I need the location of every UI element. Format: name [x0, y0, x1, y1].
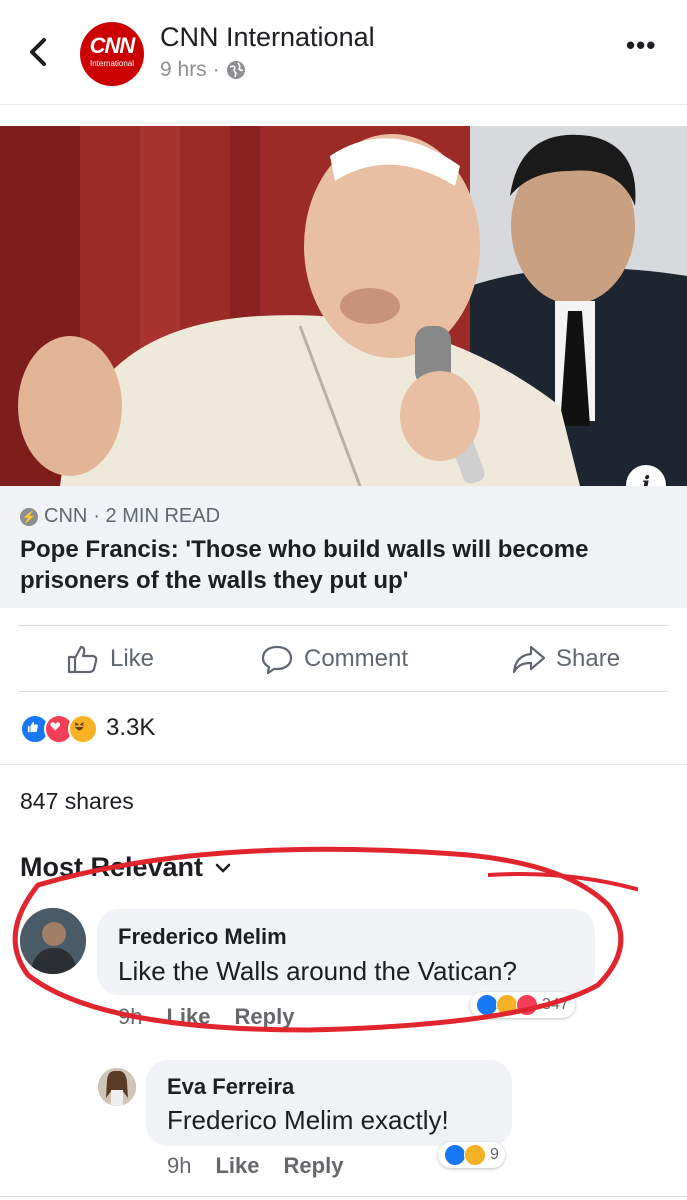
- globe-icon: [226, 61, 245, 79]
- reply-text: Frederico Melim exactly!: [167, 1105, 449, 1135]
- article-headline[interactable]: Pope Francis: 'Those who build walls wil…: [20, 534, 670, 596]
- reply-reactions[interactable]: 9: [438, 1142, 505, 1168]
- logo-subtext: International: [89, 59, 135, 68]
- reply-like-button[interactable]: Like: [215, 1153, 259, 1179]
- article-photo: [0, 126, 687, 486]
- share-icon: [512, 645, 546, 674]
- divider: [0, 764, 687, 765]
- logo-text: CNN: [89, 33, 136, 58]
- share-button[interactable]: Share: [512, 643, 620, 675]
- article-image[interactable]: [0, 126, 687, 486]
- reply-author-avatar[interactable]: [98, 1068, 136, 1106]
- reaction-count[interactable]: 3.3K: [106, 714, 155, 742]
- divider: [0, 1196, 687, 1197]
- haha-reaction-icon: [68, 714, 98, 744]
- reaction-icons[interactable]: [20, 714, 98, 744]
- reply-time: 9h: [167, 1153, 192, 1178]
- avatar-photo: [98, 1068, 136, 1106]
- comment-button[interactable]: Comment: [260, 643, 408, 675]
- like-button[interactable]: Like: [66, 643, 154, 675]
- divider: [18, 691, 668, 692]
- divider: [18, 625, 668, 626]
- shares-count[interactable]: 847 shares: [20, 788, 134, 815]
- reply-reply-button[interactable]: Reply: [284, 1153, 344, 1179]
- comment-icon: [261, 645, 293, 675]
- instant-article-icon: ⚡: [20, 507, 38, 526]
- page-name[interactable]: CNN International: [160, 22, 375, 53]
- like-label: Like: [110, 645, 155, 672]
- page-avatar[interactable]: CNN International: [80, 22, 144, 86]
- read-time: · 2 MIN READ: [93, 505, 221, 527]
- source-name: CNN: [44, 505, 88, 527]
- red-annotation-circle: [12, 846, 638, 1033]
- post-meta: 9 hrs ·: [160, 58, 246, 82]
- haha-reaction-icon: [464, 1144, 486, 1166]
- like-reaction-icon: [444, 1144, 466, 1166]
- reply-reaction-count: 9: [490, 1146, 499, 1163]
- reply-actions: 9h Like Reply: [167, 1153, 343, 1179]
- divider: [0, 104, 687, 105]
- share-label: Share: [556, 645, 621, 672]
- reply-author[interactable]: Eva Ferreira: [167, 1074, 294, 1100]
- post-time: 9 hrs: [160, 58, 207, 81]
- back-button[interactable]: [22, 32, 58, 72]
- more-options-button[interactable]: •••: [626, 32, 656, 58]
- meta-dot: ·: [212, 58, 220, 81]
- comment-label: Comment: [304, 645, 409, 672]
- article-source: ⚡ CNN · 2 MIN READ: [20, 505, 220, 528]
- chevron-left-icon: [30, 38, 46, 66]
- thumbs-up-icon: [67, 645, 98, 674]
